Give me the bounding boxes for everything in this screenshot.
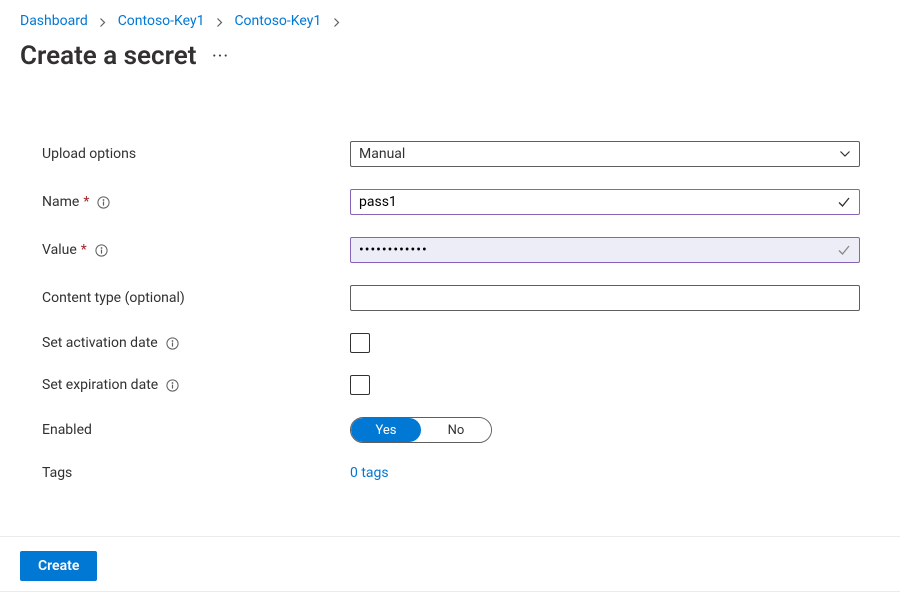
tags-link[interactable]: 0 tags — [350, 465, 389, 481]
row-tags: Tags 0 tags — [42, 465, 858, 481]
row-value: Value * — [42, 237, 858, 263]
info-icon[interactable] — [97, 196, 110, 209]
page-header: Create a secret ··· — [0, 35, 900, 71]
breadcrumb-item-contoso-1[interactable]: Contoso-Key1 — [118, 13, 205, 29]
name-input-wrapper — [350, 189, 860, 215]
form: Upload options Manual Name * Value * — [0, 71, 900, 481]
required-indicator: * — [81, 242, 87, 258]
more-icon[interactable]: ··· — [212, 46, 229, 67]
page-title: Create a secret — [20, 41, 196, 71]
label-activation-date: Set activation date — [42, 335, 350, 351]
expiration-date-checkbox[interactable] — [350, 375, 370, 395]
name-input[interactable] — [359, 190, 837, 214]
breadcrumb-item-dashboard[interactable]: Dashboard — [20, 13, 88, 29]
info-icon[interactable] — [166, 337, 179, 350]
row-upload-options: Upload options Manual — [42, 141, 858, 167]
upload-options-select[interactable]: Manual — [350, 141, 860, 167]
row-activation-date: Set activation date — [42, 333, 858, 353]
label-name: Name * — [42, 194, 350, 210]
label-text: Set expiration date — [42, 377, 158, 393]
content-type-input[interactable] — [359, 286, 851, 310]
label-upload-options: Upload options — [42, 146, 350, 162]
toggle-option-yes[interactable]: Yes — [351, 418, 421, 442]
chevron-down-icon — [839, 148, 851, 160]
row-enabled: Enabled Yes No — [42, 417, 858, 443]
required-indicator: * — [83, 194, 89, 210]
row-expiration-date: Set expiration date — [42, 375, 858, 395]
footer-bar: Create — [0, 536, 900, 592]
chevron-right-icon — [98, 13, 107, 29]
label-tags: Tags — [42, 465, 350, 481]
label-value: Value * — [42, 242, 350, 258]
chevron-right-icon — [332, 13, 341, 29]
check-icon — [837, 243, 851, 257]
info-icon[interactable] — [95, 244, 108, 257]
row-name: Name * — [42, 189, 858, 215]
value-input-wrapper — [350, 237, 860, 263]
label-text: Set activation date — [42, 335, 158, 351]
breadcrumb: Dashboard Contoso-Key1 Contoso-Key1 — [0, 0, 900, 35]
breadcrumb-item-contoso-2[interactable]: Contoso-Key1 — [234, 13, 321, 29]
activation-date-checkbox[interactable] — [350, 333, 370, 353]
select-value: Manual — [359, 146, 405, 162]
label-expiration-date: Set expiration date — [42, 377, 350, 393]
label-text: Name — [42, 194, 79, 210]
create-button[interactable]: Create — [20, 551, 97, 581]
enabled-toggle[interactable]: Yes No — [350, 417, 492, 443]
content-type-input-wrapper — [350, 285, 860, 311]
toggle-option-no[interactable]: No — [421, 418, 491, 442]
info-icon[interactable] — [166, 379, 179, 392]
label-enabled: Enabled — [42, 422, 350, 438]
row-content-type: Content type (optional) — [42, 285, 858, 311]
value-input[interactable] — [359, 238, 837, 262]
check-icon — [837, 195, 851, 209]
chevron-right-icon — [215, 13, 224, 29]
label-content-type: Content type (optional) — [42, 290, 350, 306]
label-text: Value — [42, 242, 77, 258]
